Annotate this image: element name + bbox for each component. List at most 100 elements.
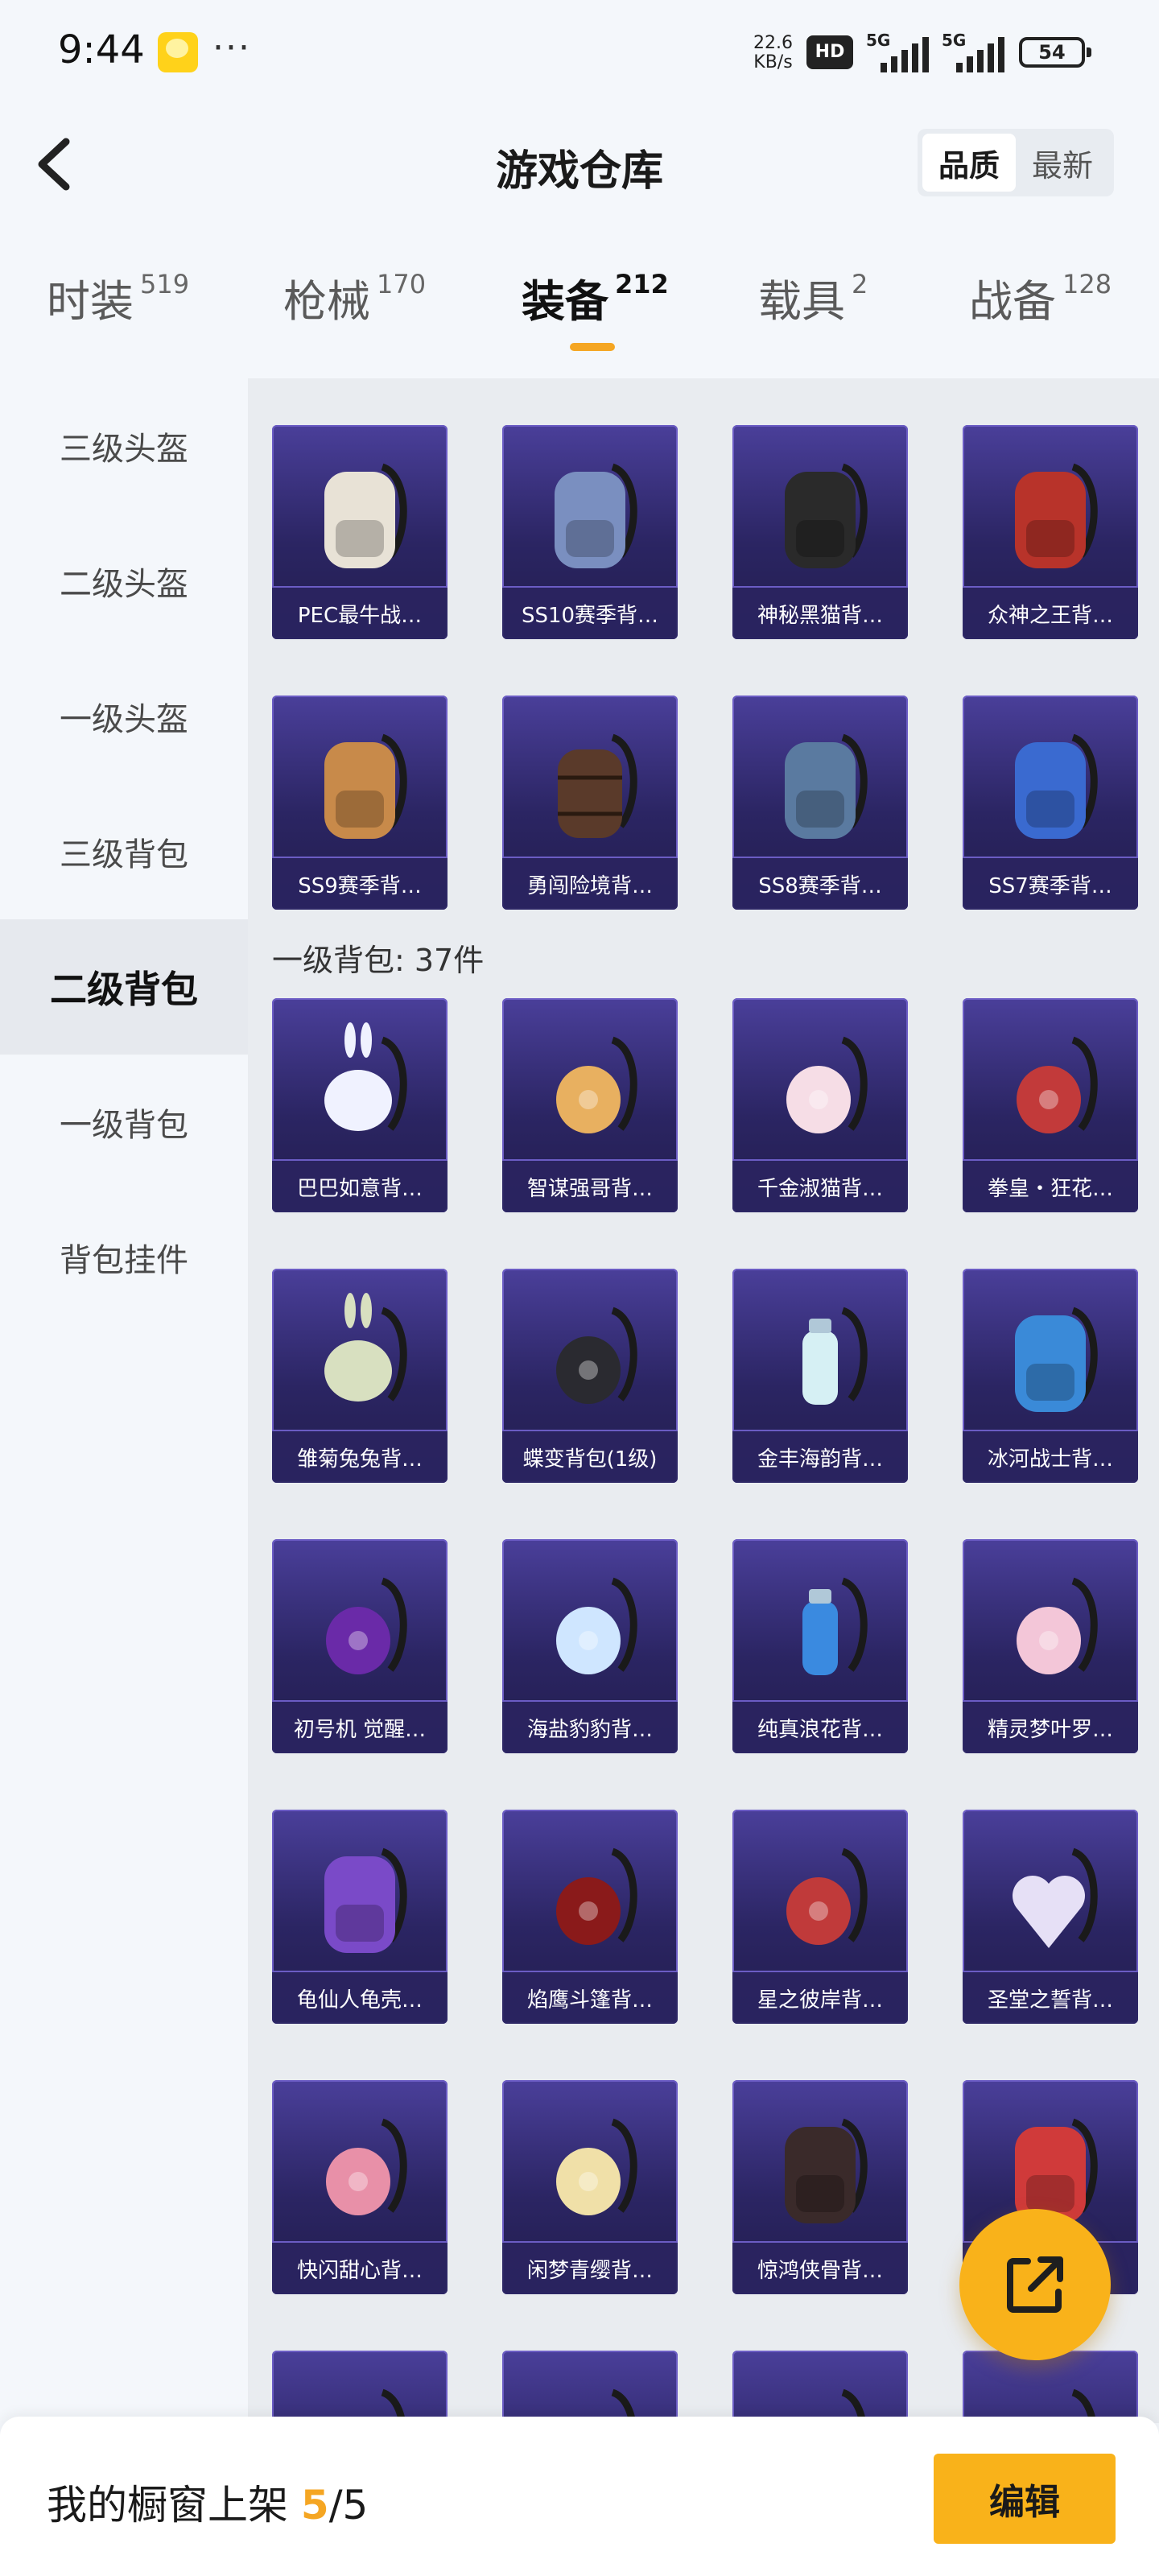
- item-card[interactable]: 龟仙人龟壳…: [272, 1810, 448, 2024]
- backpack-icon: [303, 713, 416, 850]
- showcase-status: 我的橱窗上架 5/5: [47, 2482, 369, 2529]
- sidebar-item-level1-backpack[interactable]: 一级背包: [0, 1055, 248, 1190]
- battery-icon: 54: [1019, 37, 1091, 68]
- backpack-icon: [994, 713, 1107, 850]
- item-name: 闲梦青缨背…: [502, 2241, 678, 2294]
- item-card[interactable]: 神秘黑猫背…: [732, 425, 908, 639]
- item-card[interactable]: 精灵梦叶罗…: [963, 1539, 1138, 1753]
- item-card[interactable]: [502, 2351, 678, 2423]
- backpack-icon: [303, 2368, 416, 2423]
- backpack-icon: [994, 1286, 1107, 1423]
- item-card[interactable]: 初号机 觉醒…: [272, 1539, 448, 1753]
- tab-equipment[interactable]: 装备 212: [522, 266, 669, 329]
- item-name: 圣堂之誓背…: [963, 1971, 1138, 2024]
- edit-button[interactable]: 编辑: [934, 2454, 1116, 2544]
- backpack-icon: [534, 2368, 646, 2423]
- item-card[interactable]: 千金淑猫背…: [732, 998, 908, 1212]
- bag-icon: [534, 1827, 646, 1964]
- item-card[interactable]: SS9赛季背…: [272, 696, 448, 910]
- item-name: 纯真浪花背…: [732, 1700, 908, 1753]
- item-card[interactable]: 快闪甜心背…: [272, 2080, 448, 2294]
- backpack-icon: [303, 1827, 416, 1964]
- item-name: 众神之王背…: [963, 586, 1138, 639]
- item-name: SS9赛季背…: [272, 857, 448, 910]
- backpack-icon: [534, 443, 646, 580]
- sidebar-item-backpack-charms[interactable]: 背包挂件: [0, 1190, 248, 1325]
- backpack-icon: [994, 443, 1107, 580]
- backpack-icon: [764, 713, 876, 850]
- item-name: 巴巴如意背…: [272, 1159, 448, 1212]
- item-card[interactable]: 惊鸿侠骨背…: [732, 2080, 908, 2294]
- subcategory-sidebar: 三级头盔 二级头盔 一级头盔 三级背包 二级背包 一级背包 背包挂件: [0, 378, 248, 2423]
- sort-option-quality[interactable]: 品质: [922, 134, 1016, 192]
- item-card[interactable]: 圣堂之誓背…: [963, 1810, 1138, 2024]
- backpack-icon: [764, 2098, 876, 2235]
- bottle-bag-icon: [764, 1286, 876, 1423]
- item-grid: 一级背包: 37件 PEC最牛战… SS10赛季背… 神秘黑猫背… 众神之王背… SS9…: [248, 378, 1159, 2423]
- item-name: 雏菊兔兔背…: [272, 1430, 448, 1483]
- item-card[interactable]: 蝶变背包(1级): [502, 1269, 678, 1483]
- network-speed: 22.6 KB/s: [753, 33, 793, 72]
- backpack-icon: [994, 2368, 1107, 2423]
- sidebar-item-level2-helmet[interactable]: 二级头盔: [0, 514, 248, 649]
- item-card[interactable]: 海盐豹豹背…: [502, 1539, 678, 1753]
- backpack-icon: [764, 2368, 876, 2423]
- item-card[interactable]: 星之彼岸背…: [732, 1810, 908, 2024]
- item-name: 焰鹰斗篷背…: [502, 1971, 678, 2024]
- hd-icon: HD: [806, 35, 853, 69]
- item-card[interactable]: [963, 2351, 1138, 2423]
- showcase-bar: 我的橱窗上架 5/5 编辑: [0, 2417, 1159, 2576]
- item-card[interactable]: 冰河战士背…: [963, 1269, 1138, 1483]
- item-card[interactable]: SS10赛季背…: [502, 425, 678, 639]
- cup-bag-icon: [764, 1557, 876, 1694]
- bunny-bag-icon: [303, 1016, 416, 1153]
- item-card[interactable]: 巴巴如意背…: [272, 998, 448, 1212]
- item-card[interactable]: 勇闯险境背…: [502, 696, 678, 910]
- tab-firearms[interactable]: 枪械 170: [283, 266, 426, 329]
- item-card[interactable]: 金丰海韵背…: [732, 1269, 908, 1483]
- item-name: 蝶变背包(1级): [502, 1430, 678, 1483]
- sidebar-item-level3-backpack[interactable]: 三级背包: [0, 784, 248, 919]
- item-name: 智谋强哥背…: [502, 1159, 678, 1212]
- item-card[interactable]: 众神之王背…: [963, 425, 1138, 639]
- sidebar-item-level1-helmet[interactable]: 一级头盔: [0, 649, 248, 784]
- tab-supplies[interactable]: 战备 128: [969, 266, 1112, 329]
- item-card[interactable]: PEC最牛战…: [272, 425, 448, 639]
- item-card[interactable]: SS8赛季背…: [732, 696, 908, 910]
- more-notifications-icon: ···: [212, 27, 251, 68]
- seal-bag-icon: [534, 1557, 646, 1694]
- tab-vehicles[interactable]: 载具 2: [758, 266, 868, 329]
- item-card[interactable]: 焰鹰斗篷背…: [502, 1810, 678, 2024]
- camera-bag-icon: [303, 2098, 416, 2235]
- bag-icon: [994, 1557, 1107, 1694]
- status-bar: 9:44 ··· 22.6 KB/s HD 5G 5G 54: [0, 0, 1159, 105]
- item-name: 惊鸿侠骨背…: [732, 2241, 908, 2294]
- item-name: 初号机 觉醒…: [272, 1700, 448, 1753]
- share-button[interactable]: [959, 2209, 1111, 2360]
- item-name: 冰河战士背…: [963, 1430, 1138, 1483]
- item-card[interactable]: 雏菊兔兔背…: [272, 1269, 448, 1483]
- item-name: 勇闯险境背…: [502, 857, 678, 910]
- section-label: 一级背包: 37件: [272, 943, 485, 978]
- item-card[interactable]: 拳皇・狂花…: [963, 998, 1138, 1212]
- sidebar-item-level3-helmet[interactable]: 三级头盔: [0, 378, 248, 514]
- signal-icon: 5G: [866, 31, 943, 72]
- active-tab-indicator: [570, 343, 615, 351]
- item-card[interactable]: 智谋强哥背…: [502, 998, 678, 1212]
- bag-icon: [303, 1557, 416, 1694]
- notification-app-icon: [158, 32, 198, 72]
- item-card[interactable]: [732, 2351, 908, 2423]
- sort-option-newest[interactable]: 最新: [1016, 134, 1109, 192]
- item-name: SS7赛季背…: [963, 857, 1138, 910]
- item-name: 千金淑猫背…: [732, 1159, 908, 1212]
- item-card[interactable]: SS7赛季背…: [963, 696, 1138, 910]
- item-card[interactable]: [272, 2351, 448, 2423]
- guitar-backpack-icon: [303, 443, 416, 580]
- item-card[interactable]: 纯真浪花背…: [732, 1539, 908, 1753]
- sort-toggle: 品质 最新: [918, 129, 1114, 196]
- sidebar-item-level2-backpack[interactable]: 二级背包: [0, 919, 248, 1055]
- item-card[interactable]: 闲梦青缨背…: [502, 2080, 678, 2294]
- cat-backpack-icon: [764, 443, 876, 580]
- cat-bag-icon: [764, 1016, 876, 1153]
- tab-fashion[interactable]: 时装 519: [47, 266, 189, 329]
